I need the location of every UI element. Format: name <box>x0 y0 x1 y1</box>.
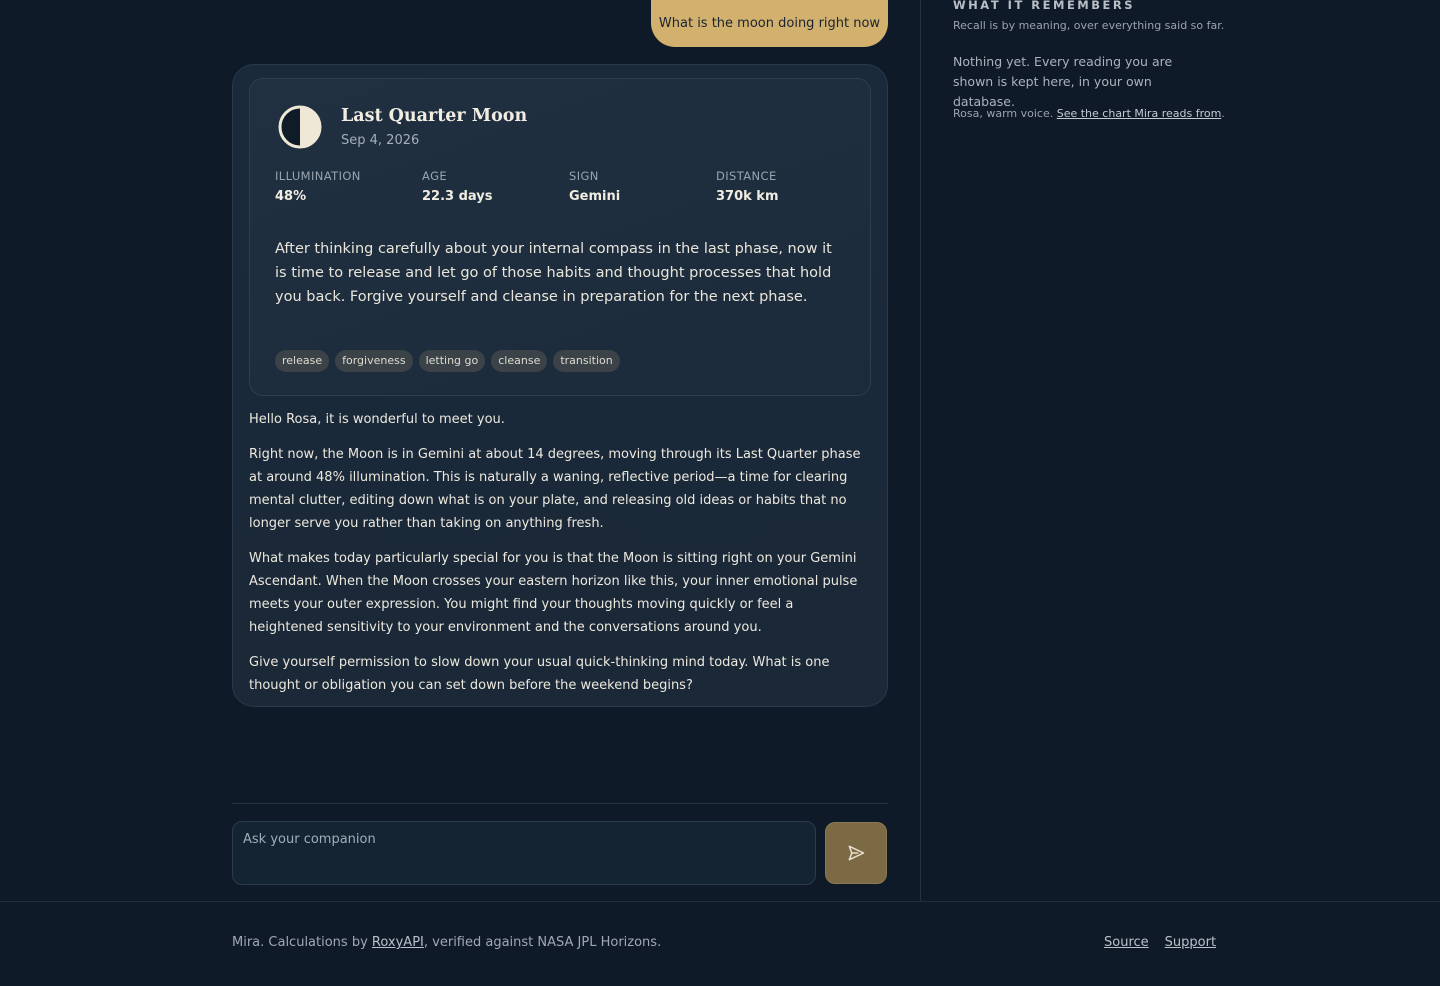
memory-subheading: Recall is by meaning, over everything sa… <box>953 19 1225 32</box>
stat-value: 22.3 days <box>422 189 493 204</box>
footer-prefix: Mira. Calculations by <box>232 935 372 950</box>
stat-value: 370k km <box>716 189 779 204</box>
support-link[interactable]: Support <box>1165 935 1216 950</box>
tag-letting-go: letting go <box>418 350 486 372</box>
chart-link[interactable]: See the chart Mira reads from <box>1057 107 1222 120</box>
footer-suffix: , verified against NASA JPL Horizons. <box>423 935 662 950</box>
tag-transition: transition <box>553 350 620 372</box>
stat-label: AGE <box>422 169 448 183</box>
footer-divider <box>0 901 1440 902</box>
stat-value: 48% <box>275 189 307 204</box>
moon-stats: ILLUMINATION 48% AGE 22.3 days SIGN Gemi… <box>275 169 855 209</box>
user-message-bubble: What is the moon doing right now <box>651 0 888 47</box>
stat-value: Gemini <box>569 189 621 204</box>
memory-heading: WHAT IT REMEMBERS <box>953 0 1136 12</box>
moon-phase-title: Last Quarter Moon <box>341 106 528 126</box>
footer-note: Mira. Calculations by RoxyAPI, verified … <box>232 935 661 950</box>
reply-paragraph: Give yourself permission to slow down yo… <box>249 655 830 693</box>
source-link[interactable]: Source <box>1104 935 1149 950</box>
stat-label: ILLUMINATION <box>275 169 361 183</box>
composer-divider <box>232 803 888 804</box>
composer <box>232 821 816 885</box>
assistant-reply-text: Hello Rosa, it is wonderful to meet you.… <box>249 408 871 709</box>
stat-label: SIGN <box>569 169 599 183</box>
tag-cleanse: cleanse <box>491 350 548 372</box>
tag-forgiveness: forgiveness <box>335 350 413 372</box>
voice-info: Rosa, warm voice. See the chart Mira rea… <box>953 107 1225 120</box>
moon-phase-date: Sep 4, 2026 <box>341 133 420 148</box>
roxyapi-link[interactable]: RoxyAPI <box>372 935 424 950</box>
reply-paragraph: What makes today particularly special fo… <box>249 551 858 635</box>
voice-prefix: Rosa, warm voice. <box>953 107 1057 120</box>
reply-paragraph: Hello Rosa, it is wonderful to meet you. <box>249 412 505 427</box>
stat-label: DISTANCE <box>716 169 777 183</box>
assistant-message: Last Quarter Moon Sep 4, 2026 ILLUMINATI… <box>232 64 888 707</box>
voice-suffix: . <box>1221 107 1225 120</box>
sidebar-divider <box>920 0 921 901</box>
tag-release: release <box>275 350 330 372</box>
moon-phase-reading: After thinking carefully about your inte… <box>275 241 832 305</box>
mira-chat-page: What is the moon doing right now Last Qu… <box>0 0 1440 986</box>
moon-phase-card: Last Quarter Moon Sep 4, 2026 ILLUMINATI… <box>249 78 871 396</box>
send-button[interactable] <box>825 822 887 884</box>
reply-paragraph: Right now, the Moon is in Gemini at abou… <box>249 447 861 531</box>
memory-empty-state: Nothing yet. Every reading you are shown… <box>953 54 1173 109</box>
theme-tags: release forgiveness letting go cleanse t… <box>275 350 620 372</box>
stat-distance: DISTANCE 370k km <box>716 169 856 204</box>
stat-illumination: ILLUMINATION 48% <box>275 169 415 204</box>
last-quarter-moon-icon <box>278 105 322 149</box>
footer-links: Source Support <box>1104 935 1216 950</box>
send-icon <box>848 845 865 861</box>
stat-age: AGE 22.3 days <box>422 169 562 204</box>
message-input[interactable] <box>233 822 815 884</box>
user-message-text: What is the moon doing right now <box>658 16 881 31</box>
stat-sign: SIGN Gemini <box>569 169 709 204</box>
